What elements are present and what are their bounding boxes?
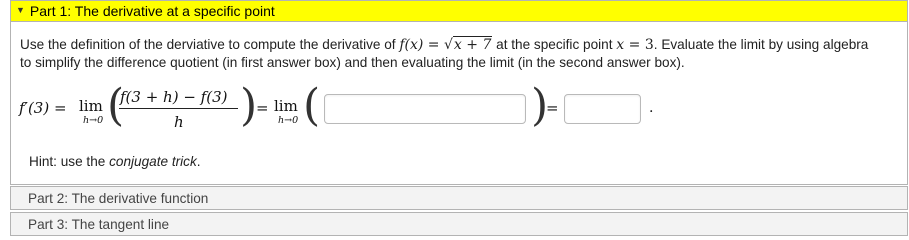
equation-period: . bbox=[649, 100, 654, 116]
part1-header[interactable]: ▼ Part 1: The derivative at a specific p… bbox=[10, 0, 908, 22]
limit-1-subscript: h→0 bbox=[83, 115, 104, 126]
hint-prefix: Hint: use the bbox=[29, 154, 110, 169]
limit-value-input[interactable] bbox=[564, 94, 641, 124]
function-name: f(x) bbox=[399, 37, 424, 53]
fraction-bar bbox=[119, 108, 238, 109]
fraction-denominator: h bbox=[174, 113, 184, 131]
hint-emphasis: conjugate trick bbox=[109, 154, 197, 169]
part3-title: Part 3: The tangent line bbox=[28, 216, 170, 232]
difference-quotient-input[interactable] bbox=[324, 94, 526, 124]
part1-title: Part 1: The derivative at a specific poi… bbox=[29, 3, 275, 19]
part2-header[interactable]: Part 2: The derivative function bbox=[10, 186, 908, 210]
limit-2: lim bbox=[274, 97, 298, 115]
limit-1: lim bbox=[79, 97, 103, 115]
point-equals: = bbox=[624, 37, 645, 53]
problem-mid: at the specific point bbox=[492, 37, 617, 52]
point-value: 3 bbox=[644, 37, 654, 53]
equals-2: = bbox=[256, 99, 269, 117]
limit-2-subscript: h→0 bbox=[278, 115, 299, 126]
sqrt-sign: √ bbox=[444, 37, 453, 53]
problem-text: Use the definition of the derviative to … bbox=[20, 36, 880, 72]
derivative-equation: f′(3) = lim h→0 ( f(3 + h) − f(3) h ) = … bbox=[19, 80, 679, 132]
right-paren-1: ) bbox=[240, 80, 258, 131]
hint-text: Hint: use the conjugate trick. bbox=[29, 153, 201, 171]
function-equals: = bbox=[423, 37, 444, 53]
part2-title: Part 2: The derivative function bbox=[28, 190, 209, 206]
part3-header[interactable]: Part 3: The tangent line bbox=[10, 212, 908, 236]
left-paren-2: ( bbox=[303, 80, 321, 131]
fraction-numerator: f(3 + h) − f(3) bbox=[120, 88, 228, 106]
caret-down-icon[interactable]: ▼ bbox=[16, 5, 25, 15]
problem-intro: Use the definition of the derviative to … bbox=[20, 37, 400, 52]
hint-suffix: . bbox=[196, 154, 201, 169]
equation-lhs: f′(3) = bbox=[19, 99, 67, 117]
equals-3: = bbox=[546, 99, 559, 117]
sqrt-body: x + 7 bbox=[452, 36, 493, 53]
